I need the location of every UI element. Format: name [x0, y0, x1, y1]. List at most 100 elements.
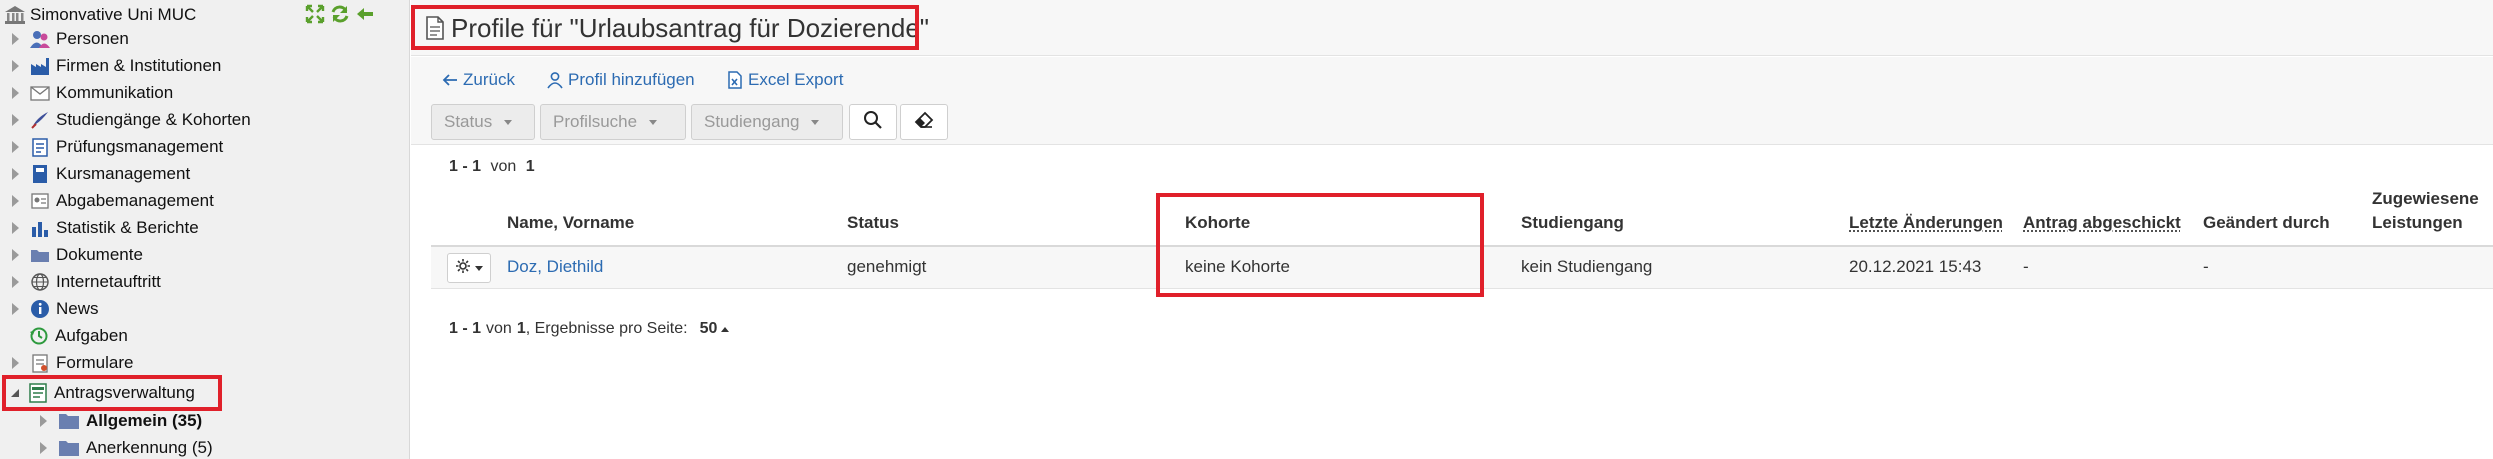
excel-export-link[interactable]: Excel Export	[726, 69, 843, 91]
sidebar-item-label: Internetauftritt	[56, 271, 161, 291]
pager-of: von	[486, 320, 512, 337]
sidebar-item-internetauftritt[interactable]: Internetauftritt	[10, 268, 161, 295]
expand-arrow-icon[interactable]	[12, 59, 19, 72]
sidebar-item-label: Prüfungsmanagement	[56, 136, 224, 156]
chevron-down-icon	[811, 119, 820, 125]
pager-range: 1 - 1	[449, 320, 482, 337]
sidebar-item-allgemein[interactable]: Allgemein (35)	[38, 407, 202, 434]
result-of: von	[490, 158, 517, 175]
refresh-icon[interactable]	[330, 4, 350, 24]
info-icon	[30, 299, 50, 319]
tree-root-label: Simonvative Uni MUC	[30, 5, 197, 24]
per-page-label: , Ergebnisse pro Seite:	[525, 320, 688, 337]
envelope-icon	[30, 83, 50, 103]
column-header-changed-by[interactable]: Geändert durch	[2203, 211, 2330, 235]
expand-arrow-icon[interactable]	[40, 441, 47, 454]
page-size-selector[interactable]: 50	[700, 320, 730, 338]
collapse-arrow-icon[interactable]	[355, 4, 375, 24]
highlight-frame	[2, 375, 222, 411]
status-filter-label: Status	[444, 112, 493, 131]
back-label: Zurück	[463, 70, 515, 89]
sidebar-item-personen[interactable]: Personen	[10, 25, 129, 52]
sidebar-item-pruefungsmanagement[interactable]: Prüfungsmanagement	[10, 133, 223, 160]
sidebar-item-label: Personen	[56, 28, 129, 48]
expand-all-icon[interactable]	[305, 4, 325, 24]
study-program-filter[interactable]: Studiengang	[691, 104, 843, 140]
chevron-up-icon	[721, 326, 730, 332]
column-header-submitted[interactable]: Antrag abgeschickt	[2023, 211, 2181, 235]
sidebar-item-label: Kommunikation	[56, 82, 174, 102]
column-header-assigned-line1: Zugewiesene	[2372, 189, 2479, 208]
sidebar-item-firmen[interactable]: Firmen & Institutionen	[10, 52, 221, 79]
chevron-down-icon	[475, 265, 483, 271]
status-filter[interactable]: Status	[431, 104, 535, 140]
title-bar: Profile für "Urlaubsantrag für Dozierend…	[411, 0, 2493, 56]
result-range: 1 - 1	[449, 158, 482, 175]
sidebar-item-formulare[interactable]: Formulare	[10, 349, 133, 376]
graduation-icon	[30, 110, 50, 130]
book-icon	[30, 164, 50, 184]
column-header-name[interactable]: Name, Vorname	[507, 211, 634, 235]
column-header-study-program[interactable]: Studiengang	[1521, 211, 1624, 235]
column-header-assigned-line2: Leistungen	[2372, 213, 2463, 232]
sidebar-item-label: Formulare	[56, 352, 134, 372]
column-header-assigned[interactable]: Zugewiesene Leistungen	[2372, 187, 2479, 235]
column-header-last-changes[interactable]: Letzte Änderungen	[1849, 211, 2003, 235]
sidebar-item-label: Aufgaben	[55, 325, 128, 345]
expand-arrow-icon[interactable]	[12, 248, 19, 261]
exam-icon	[30, 137, 50, 157]
expand-arrow-icon[interactable]	[12, 86, 19, 99]
expand-arrow-icon[interactable]	[12, 194, 19, 207]
expand-arrow-icon[interactable]	[12, 167, 19, 180]
expand-arrow-icon[interactable]	[12, 356, 19, 369]
row-actions-button[interactable]	[447, 253, 491, 283]
back-link[interactable]: Zurück	[441, 69, 515, 91]
expand-arrow-icon[interactable]	[12, 32, 19, 45]
sidebar-item-label: Dokumente	[56, 244, 143, 264]
navigation-tree: Simonvative Uni MUC Personen Firmen & In…	[0, 0, 410, 459]
factory-icon	[30, 56, 50, 76]
sidebar-item-kursmanagement[interactable]: Kursmanagement	[10, 160, 190, 187]
sidebar-item-label: Kursmanagement	[56, 163, 191, 183]
submission-icon	[30, 191, 50, 211]
search-button[interactable]	[849, 104, 897, 140]
profile-name-link[interactable]: Doz, Diethild	[507, 257, 603, 277]
chevron-down-icon	[504, 119, 513, 125]
main-content: Profile für "Urlaubsantrag für Dozierend…	[411, 0, 2493, 459]
institution-icon	[4, 5, 26, 25]
excel-export-label: Excel Export	[748, 70, 844, 89]
expand-arrow-icon[interactable]	[40, 414, 47, 427]
expand-arrow-icon[interactable]	[12, 275, 19, 288]
pagination-info: 1 - 1 von 1 , Ergebnisse pro Seite: 50	[449, 320, 730, 338]
profile-search-label: Profilsuche	[553, 112, 638, 131]
expand-arrow-icon[interactable]	[12, 140, 19, 153]
sidebar-item-aufgaben[interactable]: Aufgaben	[10, 322, 128, 349]
globe-icon	[30, 272, 50, 292]
user-icon	[546, 71, 564, 89]
sidebar-item-abgabemanagement[interactable]: Abgabemanagement	[10, 187, 214, 214]
folder-icon	[58, 412, 80, 430]
sidebar-item-anerkennung[interactable]: Anerkennung (5)	[38, 434, 213, 459]
expand-arrow-icon[interactable]	[12, 113, 19, 126]
excel-icon	[726, 71, 744, 89]
expand-arrow-icon[interactable]	[12, 221, 19, 234]
sidebar-item-label: Allgemein (35)	[86, 410, 203, 430]
pager-total: 1	[516, 320, 526, 337]
sidebar-item-dokumente[interactable]: Dokumente	[10, 241, 143, 268]
sidebar-item-label: Anerkennung (5)	[86, 437, 213, 457]
column-header-status[interactable]: Status	[847, 211, 899, 235]
add-profile-label: Profil hinzufügen	[568, 70, 695, 89]
persons-icon	[30, 29, 50, 49]
tree-root[interactable]: Simonvative Uni MUC	[4, 3, 196, 27]
cell-study-program: kein Studiengang	[1521, 257, 1653, 276]
sidebar-item-kommunikation[interactable]: Kommunikation	[10, 79, 173, 106]
result-count: 1 - 1 von 1	[449, 158, 535, 176]
sidebar-item-statistik[interactable]: Statistik & Berichte	[10, 214, 199, 241]
result-total: 1	[525, 158, 535, 175]
sidebar-item-news[interactable]: News	[10, 295, 99, 322]
add-profile-link[interactable]: Profil hinzufügen	[546, 69, 695, 91]
expand-arrow-icon[interactable]	[12, 302, 19, 315]
sidebar-item-studiengaenge[interactable]: Studiengänge & Kohorten	[10, 106, 251, 133]
clear-filter-button[interactable]	[900, 104, 948, 140]
profile-search-filter[interactable]: Profilsuche	[540, 104, 686, 140]
